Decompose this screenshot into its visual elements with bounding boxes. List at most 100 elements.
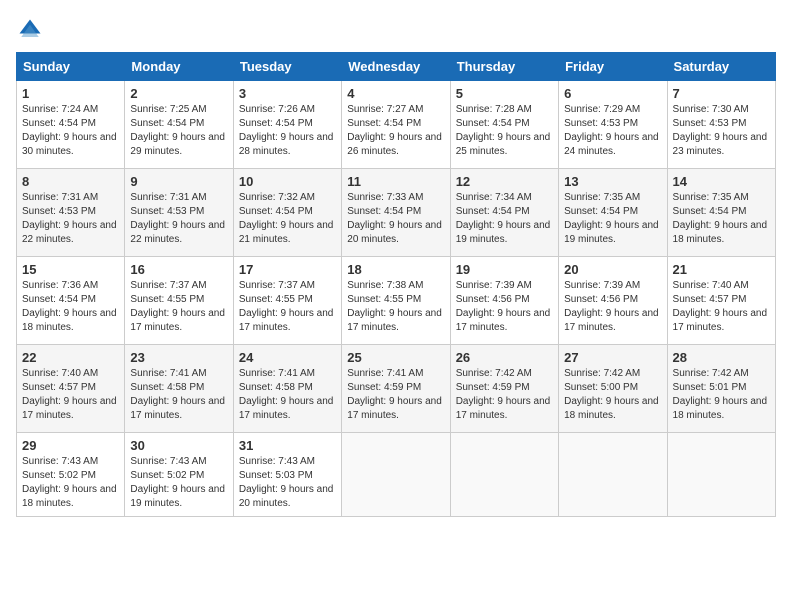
- calendar-cell: 29 Sunrise: 7:43 AMSunset: 5:02 PMDaylig…: [17, 433, 125, 517]
- day-number: 17: [239, 262, 336, 277]
- header: [16, 16, 776, 44]
- day-info: Sunrise: 7:42 AMSunset: 5:00 PMDaylight:…: [564, 368, 659, 421]
- calendar-cell: 23 Sunrise: 7:41 AMSunset: 4:58 PMDaylig…: [125, 345, 233, 433]
- calendar-cell: 22 Sunrise: 7:40 AMSunset: 4:57 PMDaylig…: [17, 345, 125, 433]
- day-info: Sunrise: 7:29 AMSunset: 4:53 PMDaylight:…: [564, 104, 659, 157]
- logo-icon: [16, 16, 44, 44]
- calendar-cell: 9 Sunrise: 7:31 AMSunset: 4:53 PMDayligh…: [125, 169, 233, 257]
- day-number: 18: [347, 262, 444, 277]
- day-info: Sunrise: 7:31 AMSunset: 4:53 PMDaylight:…: [130, 192, 225, 245]
- day-number: 31: [239, 438, 336, 453]
- calendar-cell: 28 Sunrise: 7:42 AMSunset: 5:01 PMDaylig…: [667, 345, 775, 433]
- calendar-cell: 26 Sunrise: 7:42 AMSunset: 4:59 PMDaylig…: [450, 345, 558, 433]
- calendar-cell: 18 Sunrise: 7:38 AMSunset: 4:55 PMDaylig…: [342, 257, 450, 345]
- calendar-cell: 3 Sunrise: 7:26 AMSunset: 4:54 PMDayligh…: [233, 81, 341, 169]
- calendar-cell: 25 Sunrise: 7:41 AMSunset: 4:59 PMDaylig…: [342, 345, 450, 433]
- weekday-header: Sunday: [17, 53, 125, 81]
- calendar-week-row: 22 Sunrise: 7:40 AMSunset: 4:57 PMDaylig…: [17, 345, 776, 433]
- calendar-cell: 10 Sunrise: 7:32 AMSunset: 4:54 PMDaylig…: [233, 169, 341, 257]
- day-info: Sunrise: 7:41 AMSunset: 4:58 PMDaylight:…: [239, 368, 334, 421]
- weekday-header: Tuesday: [233, 53, 341, 81]
- day-info: Sunrise: 7:37 AMSunset: 4:55 PMDaylight:…: [239, 280, 334, 333]
- calendar-cell: [342, 433, 450, 517]
- calendar-cell: 6 Sunrise: 7:29 AMSunset: 4:53 PMDayligh…: [559, 81, 667, 169]
- weekday-header: Friday: [559, 53, 667, 81]
- day-number: 9: [130, 174, 227, 189]
- calendar-cell: 11 Sunrise: 7:33 AMSunset: 4:54 PMDaylig…: [342, 169, 450, 257]
- calendar-cell: 30 Sunrise: 7:43 AMSunset: 5:02 PMDaylig…: [125, 433, 233, 517]
- weekday-header: Thursday: [450, 53, 558, 81]
- day-info: Sunrise: 7:34 AMSunset: 4:54 PMDaylight:…: [456, 192, 551, 245]
- day-info: Sunrise: 7:42 AMSunset: 4:59 PMDaylight:…: [456, 368, 551, 421]
- day-info: Sunrise: 7:40 AMSunset: 4:57 PMDaylight:…: [22, 368, 117, 421]
- calendar-cell: 21 Sunrise: 7:40 AMSunset: 4:57 PMDaylig…: [667, 257, 775, 345]
- day-number: 25: [347, 350, 444, 365]
- calendar-cell: [667, 433, 775, 517]
- day-number: 3: [239, 86, 336, 101]
- calendar-cell: 5 Sunrise: 7:28 AMSunset: 4:54 PMDayligh…: [450, 81, 558, 169]
- day-number: 16: [130, 262, 227, 277]
- calendar-week-row: 29 Sunrise: 7:43 AMSunset: 5:02 PMDaylig…: [17, 433, 776, 517]
- day-info: Sunrise: 7:36 AMSunset: 4:54 PMDaylight:…: [22, 280, 117, 333]
- weekday-header-row: SundayMondayTuesdayWednesdayThursdayFrid…: [17, 53, 776, 81]
- calendar-cell: 13 Sunrise: 7:35 AMSunset: 4:54 PMDaylig…: [559, 169, 667, 257]
- day-info: Sunrise: 7:35 AMSunset: 4:54 PMDaylight:…: [564, 192, 659, 245]
- weekday-header: Saturday: [667, 53, 775, 81]
- calendar-cell: 12 Sunrise: 7:34 AMSunset: 4:54 PMDaylig…: [450, 169, 558, 257]
- day-number: 11: [347, 174, 444, 189]
- calendar-cell: 19 Sunrise: 7:39 AMSunset: 4:56 PMDaylig…: [450, 257, 558, 345]
- calendar-cell: 27 Sunrise: 7:42 AMSunset: 5:00 PMDaylig…: [559, 345, 667, 433]
- calendar-cell: 2 Sunrise: 7:25 AMSunset: 4:54 PMDayligh…: [125, 81, 233, 169]
- calendar-cell: [450, 433, 558, 517]
- calendar-cell: 31 Sunrise: 7:43 AMSunset: 5:03 PMDaylig…: [233, 433, 341, 517]
- day-info: Sunrise: 7:28 AMSunset: 4:54 PMDaylight:…: [456, 104, 551, 157]
- day-number: 27: [564, 350, 661, 365]
- day-number: 2: [130, 86, 227, 101]
- day-info: Sunrise: 7:43 AMSunset: 5:02 PMDaylight:…: [22, 456, 117, 509]
- day-number: 14: [673, 174, 770, 189]
- calendar-week-row: 8 Sunrise: 7:31 AMSunset: 4:53 PMDayligh…: [17, 169, 776, 257]
- calendar-cell: 15 Sunrise: 7:36 AMSunset: 4:54 PMDaylig…: [17, 257, 125, 345]
- day-info: Sunrise: 7:43 AMSunset: 5:03 PMDaylight:…: [239, 456, 334, 509]
- day-number: 4: [347, 86, 444, 101]
- day-info: Sunrise: 7:26 AMSunset: 4:54 PMDaylight:…: [239, 104, 334, 157]
- calendar-week-row: 15 Sunrise: 7:36 AMSunset: 4:54 PMDaylig…: [17, 257, 776, 345]
- calendar-cell: 20 Sunrise: 7:39 AMSunset: 4:56 PMDaylig…: [559, 257, 667, 345]
- day-number: 5: [456, 86, 553, 101]
- day-info: Sunrise: 7:35 AMSunset: 4:54 PMDaylight:…: [673, 192, 768, 245]
- day-number: 10: [239, 174, 336, 189]
- day-number: 6: [564, 86, 661, 101]
- day-info: Sunrise: 7:41 AMSunset: 4:58 PMDaylight:…: [130, 368, 225, 421]
- day-number: 7: [673, 86, 770, 101]
- weekday-header: Wednesday: [342, 53, 450, 81]
- calendar-cell: 14 Sunrise: 7:35 AMSunset: 4:54 PMDaylig…: [667, 169, 775, 257]
- day-number: 24: [239, 350, 336, 365]
- day-info: Sunrise: 7:38 AMSunset: 4:55 PMDaylight:…: [347, 280, 442, 333]
- day-info: Sunrise: 7:39 AMSunset: 4:56 PMDaylight:…: [456, 280, 551, 333]
- calendar: SundayMondayTuesdayWednesdayThursdayFrid…: [16, 52, 776, 517]
- day-info: Sunrise: 7:40 AMSunset: 4:57 PMDaylight:…: [673, 280, 768, 333]
- day-info: Sunrise: 7:43 AMSunset: 5:02 PMDaylight:…: [130, 456, 225, 509]
- calendar-cell: 7 Sunrise: 7:30 AMSunset: 4:53 PMDayligh…: [667, 81, 775, 169]
- day-info: Sunrise: 7:25 AMSunset: 4:54 PMDaylight:…: [130, 104, 225, 157]
- day-info: Sunrise: 7:32 AMSunset: 4:54 PMDaylight:…: [239, 192, 334, 245]
- day-number: 15: [22, 262, 119, 277]
- weekday-header: Monday: [125, 53, 233, 81]
- day-number: 23: [130, 350, 227, 365]
- calendar-cell: 4 Sunrise: 7:27 AMSunset: 4:54 PMDayligh…: [342, 81, 450, 169]
- day-number: 1: [22, 86, 119, 101]
- day-number: 29: [22, 438, 119, 453]
- day-info: Sunrise: 7:33 AMSunset: 4:54 PMDaylight:…: [347, 192, 442, 245]
- day-info: Sunrise: 7:37 AMSunset: 4:55 PMDaylight:…: [130, 280, 225, 333]
- day-info: Sunrise: 7:27 AMSunset: 4:54 PMDaylight:…: [347, 104, 442, 157]
- logo: [16, 16, 48, 44]
- day-number: 26: [456, 350, 553, 365]
- day-info: Sunrise: 7:30 AMSunset: 4:53 PMDaylight:…: [673, 104, 768, 157]
- day-number: 8: [22, 174, 119, 189]
- day-number: 30: [130, 438, 227, 453]
- day-number: 21: [673, 262, 770, 277]
- day-number: 19: [456, 262, 553, 277]
- day-number: 13: [564, 174, 661, 189]
- day-info: Sunrise: 7:42 AMSunset: 5:01 PMDaylight:…: [673, 368, 768, 421]
- calendar-cell: [559, 433, 667, 517]
